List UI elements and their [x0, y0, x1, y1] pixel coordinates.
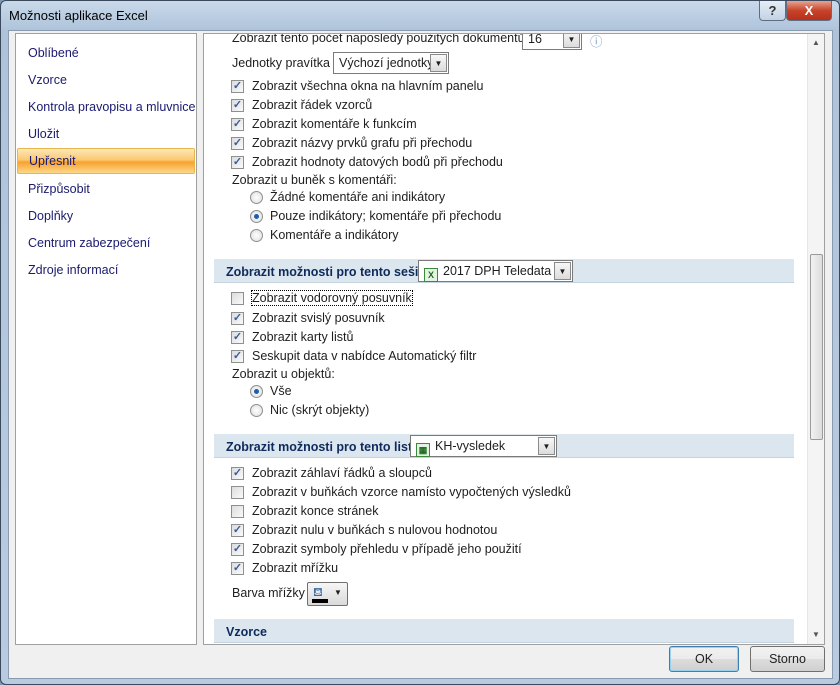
close-button[interactable]: X — [786, 1, 832, 21]
formulas-section-header: Vzorce — [214, 619, 794, 643]
checkbox-label[interactable]: Zobrazit řádek vzorců — [252, 98, 372, 112]
checkbox[interactable]: ✓ — [231, 543, 244, 556]
checkbox-label[interactable]: Zobrazit symboly přehledu v případě jeho… — [252, 542, 522, 556]
checkbox[interactable]: ✓ — [231, 350, 244, 363]
grid-color-label: Barva mřížky — [232, 586, 305, 600]
sidebar: Oblíbené Vzorce Kontrola pravopisu a mluvn… — [15, 33, 197, 645]
grid-color-swatch — [312, 599, 328, 603]
checkbox[interactable]: ✓ — [231, 331, 244, 344]
checkbox[interactable] — [231, 486, 244, 499]
radio-label[interactable]: Vše — [270, 384, 292, 398]
radio-button[interactable] — [250, 404, 263, 417]
ruler-units-value: Výchozí jednotky — [339, 56, 434, 70]
sidebar-item[interactable]: Oblíbené — [28, 46, 79, 60]
checkbox-label[interactable]: Zobrazit nulu v buňkách s nulovou hodnot… — [252, 523, 497, 537]
recent-docs-value: 16 — [528, 33, 542, 46]
checkbox[interactable]: ✓ — [231, 312, 244, 325]
checkbox-label[interactable]: Zobrazit konce stránek — [252, 504, 378, 518]
sheet-value: KH-vysledek — [435, 439, 506, 453]
sidebar-item[interactable]: Vzorce — [28, 73, 67, 87]
recent-docs-spinner[interactable]: 16 ▼ — [522, 33, 582, 50]
radio-button[interactable] — [250, 191, 263, 204]
recent-docs-label: Zobrazit tento počet naposledy použitých… — [232, 33, 529, 45]
checkbox[interactable] — [231, 505, 244, 518]
scrollbar-thumb[interactable] — [810, 254, 823, 440]
checkbox[interactable]: ✓ — [231, 118, 244, 131]
cancel-button[interactable]: Storno — [750, 646, 825, 672]
chevron-down-icon: ▼ — [334, 588, 342, 597]
checkbox[interactable]: ✓ — [231, 137, 244, 150]
checkbox[interactable]: ✓ — [231, 524, 244, 537]
sidebar-item[interactable]: Centrum zabezpečení — [28, 236, 150, 250]
checkbox[interactable]: ✓ — [231, 80, 244, 93]
ruler-units-select[interactable]: Výchozí jednotky ▼ — [333, 52, 449, 74]
checkbox-label[interactable]: Zobrazit komentáře k funkcím — [252, 117, 417, 131]
ok-button[interactable]: OK — [669, 646, 739, 672]
sidebar-item[interactable]: Doplňky — [28, 209, 73, 223]
excel-file-icon: X — [424, 268, 438, 282]
window-title: Možnosti aplikace Excel — [9, 8, 148, 23]
checkbox-label[interactable]: Seskupit data v nabídce Automatický filt… — [252, 349, 476, 363]
checkbox[interactable]: ✓ — [231, 156, 244, 169]
formulas-header-label: Vzorce — [226, 625, 267, 639]
radio-label[interactable]: Komentáře a indikátory — [270, 228, 399, 242]
sidebar-item[interactable]: Uložit — [28, 127, 59, 141]
radio-button[interactable] — [250, 229, 263, 242]
sidebar-item[interactable]: Kontrola pravopisu a mluvnice — [28, 100, 195, 114]
checkbox[interactable] — [231, 292, 244, 305]
group-label: Zobrazit u buněk s komentáři: — [232, 173, 397, 187]
workbook-select[interactable]: X 2017 DPH Teledata ... ▼ — [418, 260, 573, 282]
sidebar-item[interactable]: Zdroje informací — [28, 263, 118, 277]
checkbox-label[interactable]: Zobrazit všechna okna na hlavním panelu — [252, 79, 483, 93]
info-icon: ⓘ — [590, 35, 603, 49]
radio-button[interactable] — [250, 385, 263, 398]
sheet-select[interactable]: ▦ KH-vysledek ▼ — [410, 435, 557, 457]
checkbox-label[interactable]: Zobrazit svislý posuvník — [252, 311, 385, 325]
sheet-header-label: Zobrazit možnosti pro tento list: — [226, 440, 417, 454]
chevron-down-icon: ▼ — [430, 54, 447, 72]
checkbox-label[interactable]: Zobrazit v buňkách vzorce namísto vypočt… — [252, 485, 571, 499]
scroll-up-icon[interactable]: ▲ — [812, 38, 820, 47]
checkbox-label[interactable]: Zobrazit mřížku — [252, 561, 338, 575]
checkbox-label[interactable]: Zobrazit vodorovný posuvník — [251, 290, 413, 306]
sheet-icon: ▦ — [416, 443, 430, 457]
ruler-units-label: Jednotky pravítka — [232, 56, 330, 70]
checkbox-label[interactable]: Zobrazit karty listů — [252, 330, 353, 344]
radio-label[interactable]: Žádné komentáře ani indikátory — [270, 190, 445, 204]
grid-color-button[interactable]: ⛾ ▼ — [307, 582, 348, 606]
checkbox[interactable]: ✓ — [231, 562, 244, 575]
checkbox-label[interactable]: Zobrazit hodnoty datových bodů při přech… — [252, 155, 503, 169]
radio-label[interactable]: Pouze indikátory; komentáře při přechodu — [270, 209, 501, 223]
help-button[interactable]: ? — [759, 1, 786, 21]
sidebar-item[interactable]: Přizpůsobit — [28, 182, 90, 196]
radio-button[interactable] — [250, 210, 263, 223]
workbook-value: 2017 DPH Teledata ... — [443, 264, 566, 278]
sidebar-item[interactable]: Upřesnit — [17, 148, 195, 174]
options-panel: Zobrazit tento počet naposledy použitých… — [203, 33, 825, 645]
checkbox-label[interactable]: Zobrazit záhlaví řádků a sloupců — [252, 466, 432, 480]
chevron-down-icon: ▼ — [554, 262, 571, 280]
checkbox-label[interactable]: Zobrazit názvy prvků grafu při přechodu — [252, 136, 472, 150]
chevron-down-icon: ▼ — [538, 437, 555, 455]
scroll-down-icon[interactable]: ▼ — [812, 630, 820, 639]
checkbox[interactable]: ✓ — [231, 467, 244, 480]
vertical-scrollbar[interactable]: ▲ ▼ — [807, 34, 824, 644]
spinner-down-icon[interactable]: ▼ — [563, 34, 580, 48]
radio-label[interactable]: Nic (skrýt objekty) — [270, 403, 369, 417]
checkbox[interactable]: ✓ — [231, 99, 244, 112]
group-label: Zobrazit u objektů: — [232, 367, 335, 381]
workbook-header-label: Zobrazit možnosti pro tento sešit: — [226, 265, 427, 279]
